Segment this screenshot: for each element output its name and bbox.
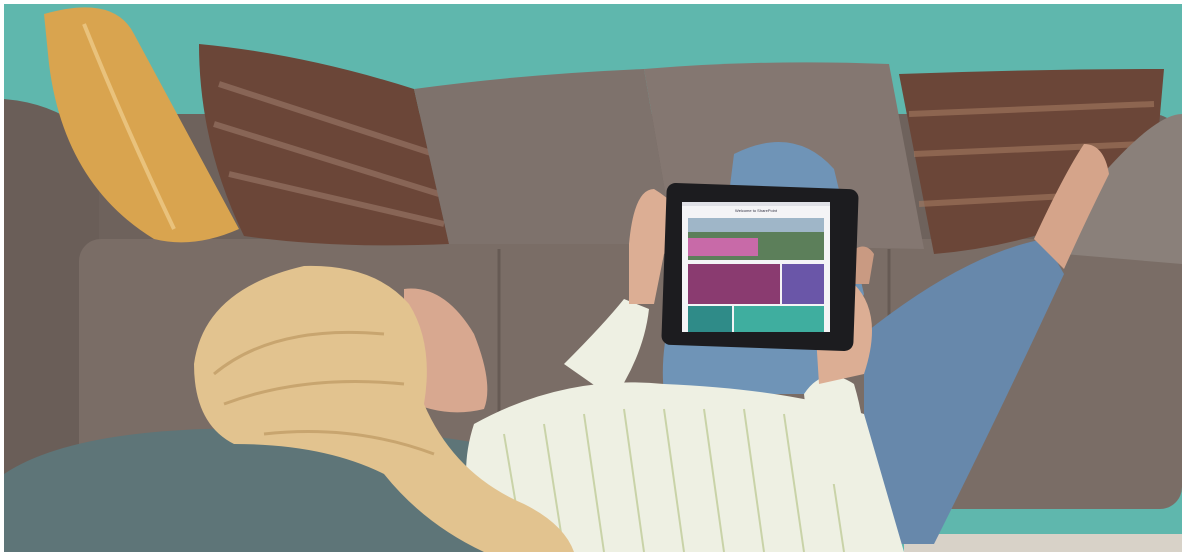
photo-scene: Welcome to SharePoint bbox=[4, 4, 1182, 552]
purple-tile bbox=[782, 264, 824, 304]
tablet-screen-title: Welcome to SharePoint bbox=[735, 208, 777, 213]
green-tile bbox=[734, 306, 824, 332]
teal-tile bbox=[688, 306, 732, 332]
right-sleeve bbox=[804, 376, 866, 484]
magenta-tile bbox=[688, 264, 780, 304]
rug bbox=[904, 534, 1182, 552]
photo-illustration bbox=[4, 4, 1182, 552]
tablet-screen: Welcome to SharePoint bbox=[682, 202, 830, 332]
tablet-screen-graphics bbox=[682, 202, 830, 332]
